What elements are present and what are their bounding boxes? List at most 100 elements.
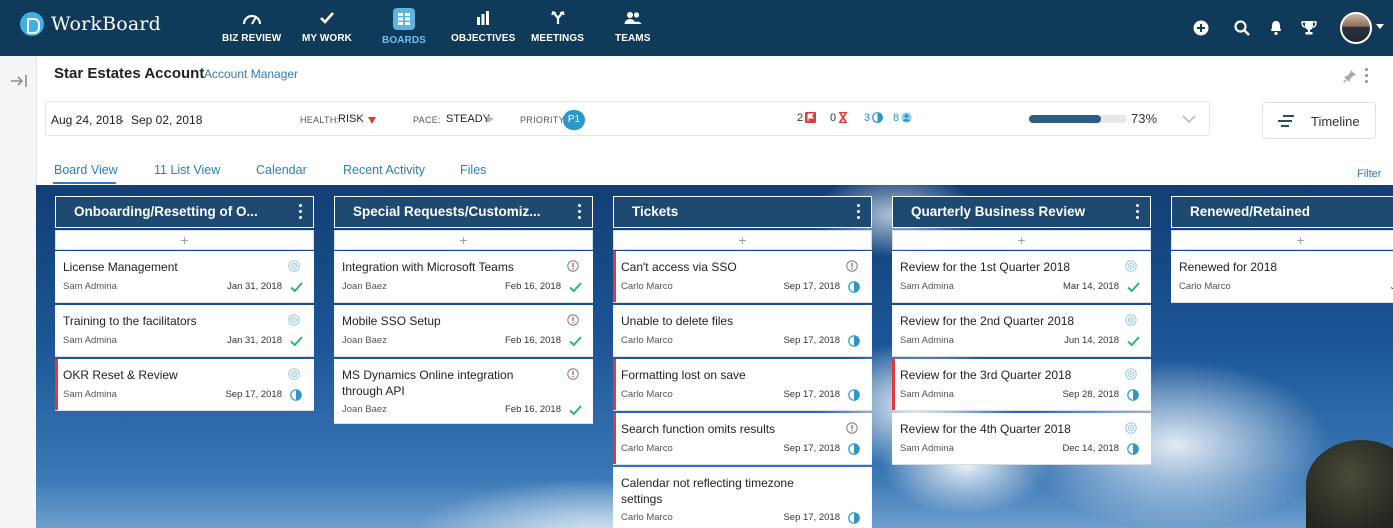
bell-icon[interactable]: [1266, 18, 1286, 38]
card-due-date: Dec 14, 2018: [1062, 443, 1119, 454]
nav-objectives[interactable]: OBJECTIVES: [451, 8, 515, 48]
column-header[interactable]: Onboarding/Resetting of O...: [55, 196, 314, 228]
left-rail: [0, 56, 37, 528]
flag-count[interactable]: 2: [797, 112, 817, 126]
chevron-down-icon[interactable]: [1376, 24, 1384, 29]
page-title: Star Estates Account: [54, 65, 205, 82]
tab-board-view[interactable]: Board View: [54, 163, 118, 177]
task-card[interactable]: Unable to delete files Carlo Marco Sep 17,…: [613, 305, 872, 357]
column-menu-icon[interactable]: [578, 204, 582, 222]
chevron-down-icon[interactable]: [1182, 112, 1196, 126]
add-card-button[interactable]: +: [613, 230, 872, 250]
overdue-count[interactable]: 0: [830, 111, 848, 126]
task-card[interactable]: Mobile SSO Setup Joan Baez Feb 16, 2018: [334, 305, 593, 357]
health-value[interactable]: RISK: [338, 113, 364, 125]
check-icon[interactable]: [569, 280, 582, 293]
background-tree: [1306, 440, 1393, 528]
half-circle-icon[interactable]: [848, 442, 860, 455]
card-owner: Carlo Marco: [621, 335, 673, 346]
count-value: 2: [797, 112, 804, 124]
card-owner: Carlo Marco: [621, 512, 673, 523]
task-card[interactable]: OKR Reset & Review Sam Admina Sep 17, 2018: [55, 359, 314, 411]
check-icon[interactable]: [290, 334, 303, 347]
plus-icon: +: [1296, 232, 1305, 248]
check-icon[interactable]: [1127, 334, 1140, 347]
timeline-button[interactable]: Timeline: [1262, 102, 1376, 139]
nav-my-work[interactable]: MY WORK: [302, 8, 352, 48]
task-card[interactable]: Can't access via SSO Carlo Marco Sep 17, 2…: [613, 251, 872, 303]
tab-files[interactable]: Files: [460, 163, 486, 177]
tab-calendar[interactable]: Calendar: [256, 163, 307, 177]
task-card[interactable]: Search function omits results Carlo Marco…: [613, 413, 872, 465]
card-owner: Joan Baez: [342, 281, 387, 292]
half-circle-icon[interactable]: [290, 388, 302, 401]
half-circle-icon[interactable]: [848, 334, 860, 347]
expand-sidebar-icon[interactable]: [10, 74, 28, 88]
pin-icon[interactable]: [1343, 69, 1357, 83]
task-card[interactable]: Calendar not reflecting timezone setting…: [613, 467, 872, 528]
card-title: License Management: [63, 260, 178, 274]
half-circle-icon[interactable]: [848, 388, 860, 401]
in-progress-count[interactable]: 3: [864, 112, 884, 126]
card-title: Formatting lost on save: [621, 368, 746, 382]
task-card[interactable]: Review for the 4th Quarter 2018 Sam Admin…: [892, 413, 1151, 465]
check-icon[interactable]: [290, 280, 303, 293]
date-end: Sep 02, 2018: [131, 113, 203, 127]
task-card[interactable]: MS Dynamics Online integration through A…: [334, 359, 593, 424]
pace-value[interactable]: STEADY: [446, 113, 490, 125]
alert-icon: [846, 421, 858, 434]
half-circle-icon[interactable]: [848, 280, 860, 293]
check-icon[interactable]: [569, 334, 582, 347]
role-link[interactable]: Account Manager: [204, 67, 298, 81]
add-card-button[interactable]: +: [334, 230, 593, 250]
nav-teams[interactable]: TEAMS: [615, 8, 651, 48]
task-card[interactable]: Formatting lost on save Carlo Marco Sep 17…: [613, 359, 872, 411]
column-header[interactable]: Renewed/Retained: [1171, 196, 1393, 228]
board-column: Special Requests/Customiz... + Integration…: [334, 196, 593, 424]
priority-badge[interactable]: P1: [563, 110, 585, 130]
column-menu-icon[interactable]: [299, 204, 303, 222]
check-icon[interactable]: [1127, 280, 1140, 293]
add-card-button[interactable]: +: [1171, 230, 1393, 250]
people-count[interactable]: 8: [893, 112, 912, 126]
trophy-icon[interactable]: [1299, 18, 1319, 38]
column-menu-icon[interactable]: [857, 204, 861, 222]
column-header[interactable]: Quarterly Business Review: [892, 196, 1151, 228]
user-avatar[interactable]: [1340, 12, 1372, 44]
half-circle-icon[interactable]: [848, 511, 860, 524]
tab-list-view[interactable]: 11 List View: [154, 163, 220, 177]
task-card[interactable]: Renewed for 2018Carlo MarcoJan 01, 2: [1171, 251, 1393, 303]
top-navbar: WorkBoard BIZ REVIEW MY WORK BOARDS OBJE…: [0, 0, 1393, 56]
pace-arrow-icon: [487, 115, 494, 123]
card-title: Review for the 2nd Quarter 2018: [900, 314, 1075, 328]
task-card[interactable]: Integration with Microsoft Teams Joan Bae…: [334, 251, 593, 303]
half-circle-icon[interactable]: [1127, 442, 1139, 455]
add-card-button[interactable]: +: [892, 230, 1151, 250]
task-card[interactable]: Review for the 1st Quarter 2018 Sam Admin…: [892, 251, 1151, 303]
task-card[interactable]: Training to the facilitators Sam Admina Ja…: [55, 305, 314, 357]
card-owner: Sam Admina: [900, 443, 954, 454]
add-card-button[interactable]: +: [55, 230, 314, 250]
task-card[interactable]: Review for the 3rd Quarter 2018 Sam Admin…: [892, 359, 1151, 411]
search-icon[interactable]: [1232, 18, 1252, 38]
half-circle-icon[interactable]: [1127, 388, 1139, 401]
column-title: Onboarding/Resetting of O...: [74, 204, 258, 219]
card-title: Integration with Microsoft Teams: [342, 260, 514, 274]
nav-boards[interactable]: BOARDS: [382, 8, 426, 48]
branch-icon: [548, 8, 568, 28]
card-title: Search function omits results: [621, 422, 776, 436]
plus-circle-icon[interactable]: [1191, 18, 1211, 38]
column-header[interactable]: Special Requests/Customiz...: [334, 196, 593, 228]
check-icon[interactable]: [569, 403, 582, 416]
task-card[interactable]: Review for the 2nd Quarter 2018 Sam Admin…: [892, 305, 1151, 357]
tab-recent-activity[interactable]: Recent Activity: [343, 163, 425, 177]
nav-meetings[interactable]: MEETINGS: [531, 8, 584, 48]
column-header[interactable]: Tickets: [613, 196, 872, 228]
nav-biz-review[interactable]: BIZ REVIEW: [222, 8, 281, 48]
column-menu-icon[interactable]: [1136, 204, 1140, 222]
task-card[interactable]: License Management Sam Admina Jan 31, 2018: [55, 251, 314, 303]
more-options-icon[interactable]: [1365, 68, 1371, 84]
workboard-logo[interactable]: WorkBoard: [20, 12, 161, 36]
nav-label: TEAMS: [615, 33, 651, 44]
filter-link[interactable]: Filter: [1357, 168, 1381, 180]
